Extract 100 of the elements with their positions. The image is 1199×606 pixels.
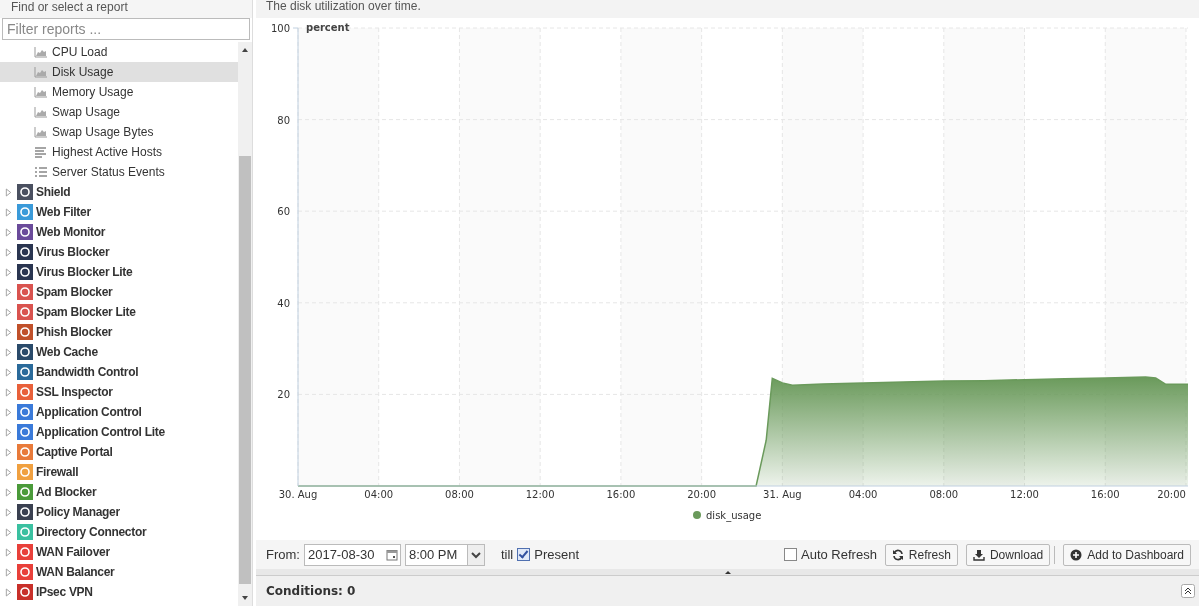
app-label[interactable]: Ad Blocker xyxy=(36,485,97,499)
app-label[interactable]: WAN Failover xyxy=(36,545,110,559)
area-chart-icon xyxy=(34,126,48,138)
from-label: From: xyxy=(266,547,300,563)
expand-arrow-icon[interactable] xyxy=(5,567,12,577)
app-label[interactable]: Captive Portal xyxy=(36,445,113,459)
x-tick-label: 08:00 xyxy=(445,488,474,500)
area-chart-icon xyxy=(34,46,48,58)
expand-arrow-icon[interactable] xyxy=(5,287,12,297)
expand-arrow-icon[interactable] xyxy=(5,187,12,197)
x-tick-label: 31. Aug xyxy=(763,488,802,500)
expand-arrow-icon[interactable] xyxy=(5,207,12,217)
scrollbar[interactable] xyxy=(238,42,252,606)
app-label[interactable]: Web Cache xyxy=(36,345,98,359)
y-tick-label: 20 xyxy=(277,389,290,401)
x-tick-label: 16:00 xyxy=(606,488,636,500)
y-tick-label: 40 xyxy=(277,297,290,309)
refresh-icon xyxy=(891,548,904,561)
report-description: The disk utilization over time. xyxy=(256,0,1199,18)
report-item[interactable]: Highest Active Hosts xyxy=(0,142,238,162)
download-icon xyxy=(972,548,985,561)
report-item[interactable]: Server Status Events xyxy=(0,162,238,182)
dropdown-caret-icon[interactable] xyxy=(466,544,484,565)
expand-arrow-icon[interactable] xyxy=(5,587,12,597)
filter-field[interactable]: Filter reports ... xyxy=(2,18,250,40)
expand-arrow-icon[interactable] xyxy=(5,447,12,457)
scroll-down-icon[interactable] xyxy=(240,594,250,602)
expand-arrow-icon[interactable] xyxy=(5,327,12,337)
area-chart-icon xyxy=(34,86,48,98)
report-item[interactable]: Swap Usage Bytes xyxy=(0,122,238,142)
app-label[interactable]: Bandwidth Control xyxy=(36,365,139,379)
area-chart-icon xyxy=(34,106,48,118)
app-label[interactable]: Policy Manager xyxy=(36,505,120,519)
legend-label[interactable]: disk_usage xyxy=(706,509,762,521)
bar-lines-icon xyxy=(34,146,48,158)
app-label[interactable]: WAN Balancer xyxy=(36,565,115,579)
x-tick-label: 20:00 xyxy=(687,488,717,500)
app-label[interactable]: Directory Connector xyxy=(36,525,147,539)
expand-arrow-icon[interactable] xyxy=(5,427,12,437)
y-axis-title: percent xyxy=(306,21,350,33)
app-label[interactable]: Application Control xyxy=(36,405,142,419)
y-tick-label: 80 xyxy=(277,114,290,126)
expand-arrow-icon[interactable] xyxy=(5,407,12,417)
x-tick-label: 04:00 xyxy=(364,488,394,500)
report-item[interactable]: Swap Usage xyxy=(0,102,238,122)
expand-arrow-icon[interactable] xyxy=(5,387,12,397)
app-label[interactable]: Application Control Lite xyxy=(36,425,165,439)
expand-arrow-icon[interactable] xyxy=(5,307,12,317)
sidebar-title: Find or select a report xyxy=(0,0,252,18)
app-label[interactable]: Firewall xyxy=(36,465,79,479)
expand-arrow-icon[interactable] xyxy=(5,367,12,377)
refresh-button[interactable]: Refresh xyxy=(884,543,958,566)
x-tick-label: 20:00 xyxy=(1157,488,1186,500)
auto-refresh-label[interactable]: Auto Refresh xyxy=(801,547,877,563)
app-label[interactable]: Virus Blocker Lite xyxy=(36,265,133,279)
report-item[interactable]: CPU Load xyxy=(0,42,238,62)
app-label[interactable]: Virus Blocker xyxy=(36,245,110,259)
expand-arrow-icon[interactable] xyxy=(5,507,12,517)
expand-arrow-icon[interactable] xyxy=(5,467,12,477)
expand-arrow-icon[interactable] xyxy=(5,227,12,237)
calendar-icon[interactable] xyxy=(385,548,398,561)
conditions-title[interactable]: Conditions: 0 xyxy=(266,584,356,599)
x-tick-label: 04:00 xyxy=(848,488,878,500)
expand-arrow-icon[interactable] xyxy=(5,547,12,557)
app-label[interactable]: SSL Inspector xyxy=(36,385,113,399)
x-tick-label: 08:00 xyxy=(929,488,959,500)
x-tick-label: 30. Aug xyxy=(278,488,318,500)
app-label[interactable]: Shield xyxy=(36,185,71,199)
expand-arrow-icon[interactable] xyxy=(5,527,12,537)
x-tick-label: 12:00 xyxy=(1010,488,1039,500)
auto-refresh-checkbox[interactable] xyxy=(784,548,797,562)
plus-circle-icon xyxy=(1070,548,1083,561)
present-label[interactable]: Present xyxy=(534,547,580,563)
download-button[interactable]: Download xyxy=(965,543,1051,566)
app-label[interactable]: Spam Blocker Lite xyxy=(36,305,136,319)
report-item[interactable]: Memory Usage xyxy=(0,82,238,102)
app-label[interactable]: Web Filter xyxy=(36,205,91,219)
expand-arrow-icon[interactable] xyxy=(5,347,12,357)
app-label[interactable]: IPsec VPN xyxy=(36,585,93,599)
till-label: till xyxy=(500,547,514,563)
area-chart-icon xyxy=(34,66,48,78)
expand-arrow-icon[interactable] xyxy=(5,267,12,277)
add-button[interactable]: Add to Dashboard xyxy=(1063,543,1191,566)
date-field[interactable]: 2017-08-30 xyxy=(303,543,401,566)
expand-arrow-icon[interactable] xyxy=(5,487,12,497)
app-label[interactable]: Web Monitor xyxy=(36,225,106,239)
time-select[interactable]: 8:00 PM xyxy=(404,543,485,566)
expand-arrow-icon[interactable] xyxy=(5,247,12,257)
app-label[interactable]: Spam Blocker xyxy=(36,285,113,299)
list-icon xyxy=(34,166,48,178)
app-label[interactable]: Phish Blocker xyxy=(36,325,113,339)
present-checkbox[interactable] xyxy=(517,548,531,562)
scroll-thumb[interactable] xyxy=(239,156,251,584)
expand-icon[interactable] xyxy=(1181,584,1195,599)
y-tick-label: 100 xyxy=(270,22,290,34)
x-tick-label: 16:00 xyxy=(1090,488,1120,500)
scroll-up-icon[interactable] xyxy=(240,46,250,54)
report-item[interactable]: Disk Usage xyxy=(0,62,238,82)
y-tick-label: 60 xyxy=(277,205,290,217)
x-tick-label: 12:00 xyxy=(525,488,555,500)
